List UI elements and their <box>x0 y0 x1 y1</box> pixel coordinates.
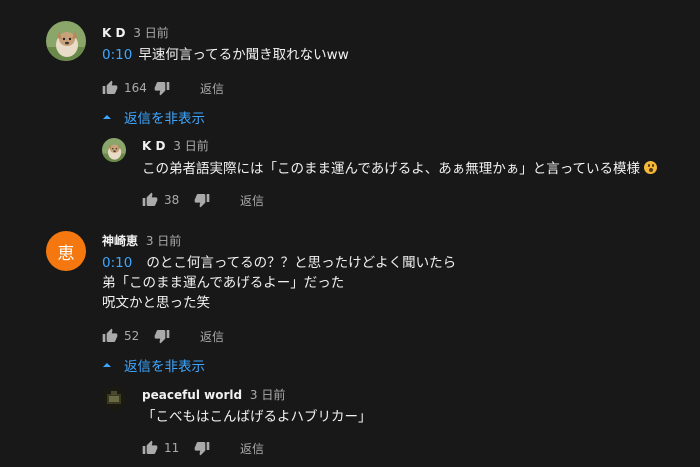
thumbs-down-icon[interactable] <box>194 192 210 208</box>
caret-up-icon <box>102 112 112 122</box>
thumbs-up-icon[interactable] <box>102 80 118 96</box>
reply-button[interactable]: 返信 <box>240 192 264 209</box>
comment-body-line: 弟「このまま運んであげるよー」だった <box>102 275 345 291</box>
comment-actions: 164 返信 <box>102 78 224 98</box>
comment-actions: 52 返信 <box>102 326 224 346</box>
reply-button[interactable]: 返信 <box>200 328 224 345</box>
thumbs-up-icon[interactable] <box>102 328 118 344</box>
comment-text: 0:10 のとこ何言ってるの？？と思ったけどよく聞いたら 弟「このまま運んであげる… <box>102 253 456 313</box>
avatar[interactable] <box>102 138 126 162</box>
comment-body: 「こべもはこんばげるよハブリカー」 <box>142 409 372 425</box>
author-name[interactable]: 神崎恵 <box>102 234 138 248</box>
timestamp-link[interactable]: 0:10 <box>102 47 132 63</box>
avatar[interactable] <box>102 386 126 410</box>
hide-replies-button[interactable]: 返信を非表示 <box>102 107 205 127</box>
like-count: 38 <box>164 193 180 207</box>
hide-replies-button[interactable]: 返信を非表示 <box>102 355 205 375</box>
like-count: 164 <box>124 81 147 95</box>
hide-replies-label: 返信を非表示 <box>124 111 205 127</box>
surprised-face-emoji-icon <box>644 161 658 174</box>
thumbs-up-icon[interactable] <box>142 192 158 208</box>
author-name[interactable]: K D <box>142 139 165 153</box>
avatar[interactable] <box>46 21 86 61</box>
timestamp-link[interactable]: 0:10 <box>102 255 132 271</box>
comment-body-line: 呪文かと思った笑 <box>102 295 210 311</box>
thumbs-down-icon[interactable] <box>154 328 170 344</box>
comment-header: K D 3 日前 <box>142 138 209 154</box>
author-name[interactable]: K D <box>102 26 125 40</box>
thumbs-up-icon[interactable] <box>142 440 158 456</box>
comment-body: この弟者語実際には「このまま運んであげるよ、あぁ無理かぁ」と言っている模様 <box>142 161 641 177</box>
dark-photo-icon <box>102 386 126 410</box>
thumbs-down-icon[interactable] <box>154 80 170 96</box>
comments-section: K D 3 日前 0:10 早速何言ってるか聞き取れないww 164 返信 返信を… <box>0 0 700 467</box>
comment-header: 神崎恵 3 日前 <box>102 233 181 249</box>
comment-time[interactable]: 3 日前 <box>133 26 168 40</box>
like-count: 52 <box>124 329 140 343</box>
avatar[interactable]: 恵 <box>46 231 86 271</box>
comment-text: 0:10 早速何言ってるか聞き取れないww <box>102 45 349 65</box>
dog-photo-icon <box>102 138 126 162</box>
comment-time[interactable]: 3 日前 <box>250 388 285 402</box>
comment-actions: 38 返信 <box>142 190 264 210</box>
comment-header: peaceful world 3 日前 <box>142 387 285 403</box>
avatar-letter: 恵 <box>57 243 75 264</box>
comment-text: 「こべもはこんばげるよハブリカー」 <box>142 407 372 427</box>
comment-text: この弟者語実際には「このまま運んであげるよ、あぁ無理かぁ」と言っている模様 <box>142 159 658 179</box>
comment-time[interactable]: 3 日前 <box>173 139 208 153</box>
comment-header: K D 3 日前 <box>102 25 169 41</box>
caret-up-icon <box>102 360 112 370</box>
reply-button[interactable]: 返信 <box>200 80 224 97</box>
comment-body: 早速何言ってるか聞き取れないww <box>138 47 349 63</box>
comment-actions: 11 返信 <box>142 438 264 458</box>
comment-body-line: のとこ何言ってるの？？と思ったけどよく聞いたら <box>146 255 457 271</box>
dog-photo-icon <box>46 21 86 61</box>
comment-time[interactable]: 3 日前 <box>146 234 181 248</box>
reply-button[interactable]: 返信 <box>240 440 264 457</box>
hide-replies-label: 返信を非表示 <box>124 359 205 375</box>
thumbs-down-icon[interactable] <box>194 440 210 456</box>
like-count: 11 <box>164 441 180 455</box>
author-name[interactable]: peaceful world <box>142 388 242 402</box>
